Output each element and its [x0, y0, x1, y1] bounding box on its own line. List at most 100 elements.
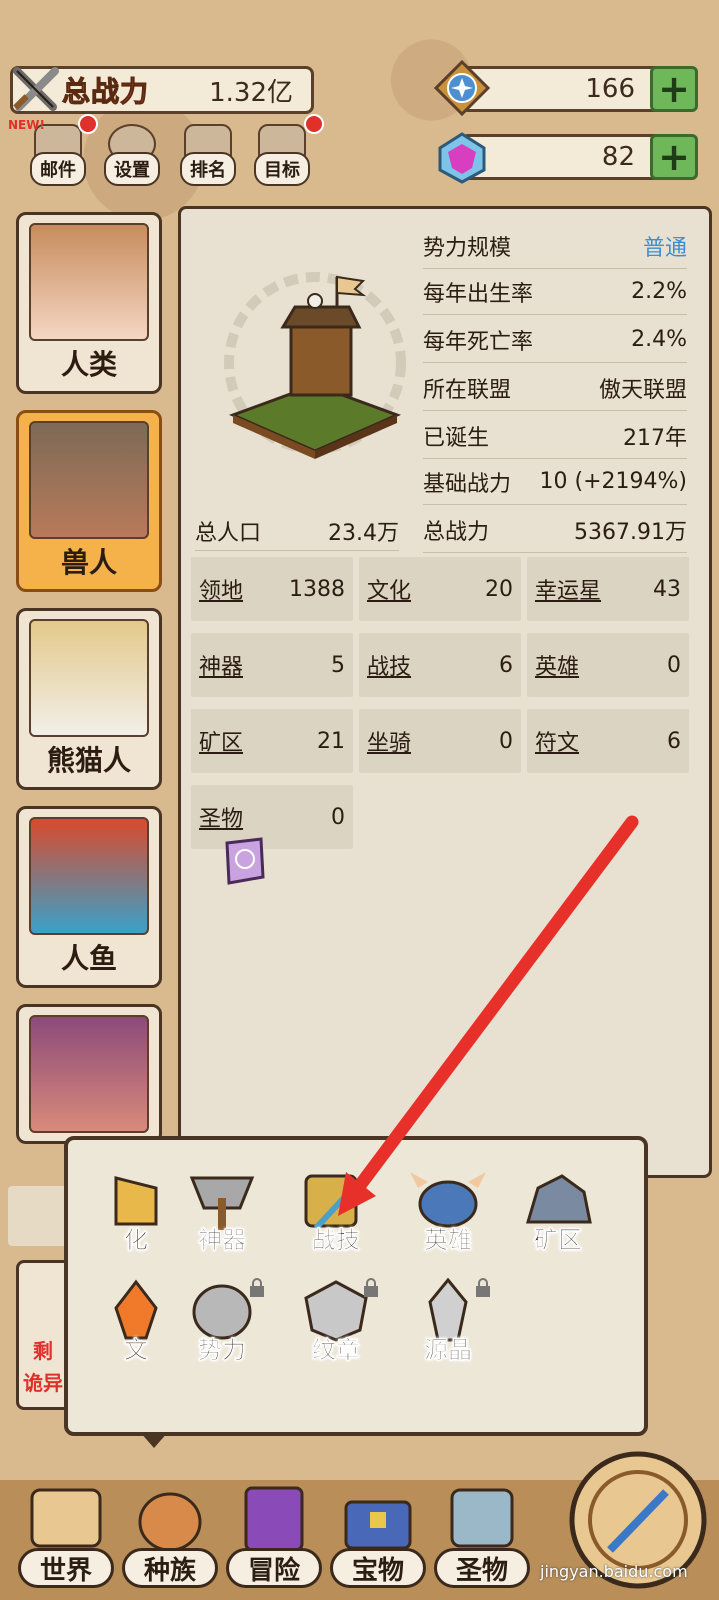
info-row-scale: 势力规模 普通	[423, 223, 687, 269]
scale-value-link[interactable]: 普通	[643, 230, 687, 262]
popup-item-artifact[interactable]: 神器	[172, 1168, 272, 1272]
star-resource-value: 166	[585, 74, 635, 104]
info-value: 2.2%	[631, 279, 687, 304]
stat-value: 1388	[289, 576, 345, 602]
race-name: 人鱼	[60, 942, 117, 975]
merfolk-portrait	[29, 817, 149, 935]
stat-culture[interactable]: 文化 20	[359, 557, 521, 621]
settings-button[interactable]: 设置	[100, 122, 164, 186]
star-coin-icon	[434, 60, 490, 116]
info-row-death-rate: 每年死亡率 2.4%	[423, 317, 687, 363]
popup-item-emblem[interactable]: 纹章	[286, 1278, 386, 1382]
total-power-label: 总战力	[61, 75, 150, 109]
info-key: 总战力	[423, 519, 490, 545]
event-card-line2: 诡异	[23, 1371, 63, 1395]
population-row: 总人口 23.4万	[195, 511, 399, 551]
info-row-base-power: 基础战力 10 (+2194%)	[423, 459, 687, 505]
stat-mine[interactable]: 矿区 21	[191, 709, 353, 773]
nav-adventure[interactable]: 冒险	[222, 1482, 326, 1592]
nav-treasure[interactable]: 宝物	[326, 1482, 430, 1592]
stat-value: 6	[499, 652, 513, 678]
info-row-birth-rate: 每年出生率 2.2%	[423, 269, 687, 315]
population-value: 23.4万	[328, 520, 399, 546]
info-key: 每年出生率	[423, 281, 534, 307]
info-row-alliance: 所在联盟 傲天联盟	[423, 365, 687, 411]
human-portrait	[29, 223, 149, 341]
lock-icon	[250, 1278, 264, 1297]
stat-value: 0	[667, 652, 681, 678]
watermark: jingyan.baidu.com	[540, 1562, 688, 1581]
popup-item-label: 源晶	[424, 1336, 473, 1365]
stat-hero[interactable]: 英雄 0	[527, 633, 689, 697]
goals-button[interactable]: 目标	[250, 122, 314, 186]
settings-label: 设置	[104, 152, 160, 186]
population-label: 总人口	[195, 520, 262, 546]
stat-key: 神器	[199, 655, 244, 680]
stat-value: 20	[485, 576, 513, 602]
settlement-building-icon	[224, 272, 406, 459]
stat-value: 43	[653, 576, 681, 602]
race-info-panel: 势力规模 普通 每年出生率 2.2% 每年死亡率 2.4% 所在联盟 傲天联盟 …	[178, 206, 712, 1178]
ranking-button[interactable]: 排名	[176, 122, 240, 186]
stat-mount[interactable]: 坐骑 0	[359, 709, 521, 773]
stat-key: 英雄	[535, 655, 580, 680]
crossed-swords-icon	[8, 62, 64, 118]
popup-item-label: 英雄	[424, 1226, 473, 1255]
lock-icon	[364, 1278, 378, 1297]
nav-race[interactable]: 种族	[118, 1482, 222, 1592]
world-map-icon	[30, 1488, 102, 1548]
gem-resource-bar: 82 +	[460, 134, 698, 180]
popup-item-mine[interactable]: 矿区	[508, 1168, 608, 1272]
stat-key: 矿区	[199, 731, 244, 756]
lock-icon	[476, 1278, 490, 1297]
nav-world[interactable]: 世界	[14, 1482, 118, 1592]
popup-item-hero[interactable]: 英雄	[398, 1168, 498, 1272]
info-row-age: 已诞生 217年	[423, 413, 687, 459]
info-value: 5367.91万	[574, 519, 687, 545]
race-item-partial[interactable]	[16, 1004, 162, 1144]
stat-key: 符文	[535, 731, 580, 756]
star-resource-bar: 166 +	[460, 66, 698, 112]
stat-artifact[interactable]: 神器 5	[191, 633, 353, 697]
race-item-merfolk[interactable]: 人鱼	[16, 806, 162, 988]
stat-relic[interactable]: 圣物 0	[191, 785, 353, 849]
stat-key: 坐骑	[367, 731, 412, 756]
popup-item-culture[interactable]: 化	[86, 1168, 186, 1272]
add-gem-button[interactable]: +	[650, 134, 698, 180]
stat-key: 圣物	[199, 807, 244, 832]
race-item-orc[interactable]: 兽人	[16, 410, 162, 592]
stat-lucky-star[interactable]: 幸运星 43	[527, 557, 689, 621]
popup-item-label: 势力	[198, 1336, 247, 1365]
stat-key: 战技	[367, 655, 412, 680]
orc-portrait	[29, 421, 149, 539]
popup-item-source-crystal[interactable]: 源晶	[398, 1278, 498, 1382]
purple-gem-icon	[434, 130, 490, 186]
stat-key: 领地	[199, 579, 244, 604]
nav-label: 宝物	[330, 1548, 426, 1588]
treasure-chest-icon	[344, 1500, 412, 1550]
info-value: 傲天联盟	[598, 377, 687, 403]
event-card-line1: 剩	[33, 1339, 53, 1363]
popup-pointer	[140, 1432, 168, 1448]
spell-book-icon[interactable]	[217, 835, 269, 887]
add-star-button[interactable]: +	[650, 66, 698, 112]
mail-notification-dot	[78, 114, 98, 134]
info-value: 2.4%	[631, 327, 687, 352]
stat-rune[interactable]: 符文 6	[527, 709, 689, 773]
popup-item-label: 矿区	[534, 1226, 583, 1255]
stat-value: 21	[317, 728, 345, 754]
goals-notification-dot	[304, 114, 324, 134]
popup-item-combat-skill[interactable]: 战技	[286, 1168, 386, 1272]
total-power-value: 1.32亿	[209, 77, 293, 108]
info-key: 基础战力	[423, 471, 512, 497]
race-item-pandaren[interactable]: 熊猫人	[16, 608, 162, 790]
popup-item-faction[interactable]: 势力	[172, 1278, 272, 1382]
tribal-mask-icon	[138, 1492, 202, 1552]
race-item-human[interactable]: 人类	[16, 212, 162, 394]
stat-combat-skill[interactable]: 战技 6	[359, 633, 521, 697]
nav-label: 种族	[122, 1548, 218, 1588]
stat-territory[interactable]: 领地 1388	[191, 557, 353, 621]
popup-item-rune[interactable]: 文	[86, 1278, 186, 1382]
pandaren-portrait	[29, 619, 149, 737]
nav-relic[interactable]: 圣物	[430, 1482, 534, 1592]
